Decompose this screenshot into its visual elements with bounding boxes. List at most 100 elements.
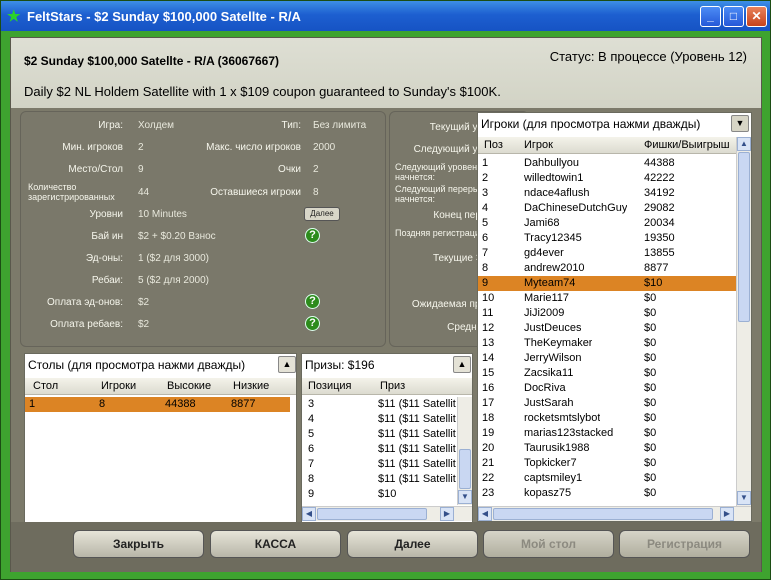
player-row[interactable]: 5 Jami68 20034 xyxy=(478,216,736,231)
next-button[interactable]: Далее xyxy=(347,530,478,558)
player-row[interactable]: 18 rocketsmtslybot $0 xyxy=(478,411,736,426)
player-row[interactable]: 10 Marie117 $0 xyxy=(478,291,736,306)
scroll-left-icon[interactable]: ◀ xyxy=(478,507,492,521)
player-name: Marie117 xyxy=(524,292,570,304)
info-label: Количество зарегистрированных xyxy=(28,182,115,202)
prize-amount: $11 ($11 Satellit xyxy=(378,413,456,425)
player-chips: $0 xyxy=(644,412,657,424)
player-name: Dahbullyou xyxy=(524,157,580,169)
prize-place: 8 xyxy=(308,473,315,485)
player-chips: $0 xyxy=(644,352,657,364)
player-name: Zacsika11 xyxy=(524,367,574,379)
col-prize[interactable]: Приз xyxy=(380,380,405,392)
player-row[interactable]: 16 DocRiva $0 xyxy=(478,381,736,396)
help-icon[interactable]: ? xyxy=(305,316,320,331)
prizes-vscrollbar[interactable]: ▼ xyxy=(457,397,472,505)
scroll-down-icon[interactable]: ▼ xyxy=(737,491,751,505)
my-table-button[interactable]: Мой стол xyxy=(483,530,614,558)
col-chips-winnings[interactable]: Фишки/Выигрыш xyxy=(644,139,730,151)
scroll-thumb[interactable] xyxy=(493,508,713,520)
player-row[interactable]: 13 TheKeymaker $0 xyxy=(478,336,736,351)
prize-row[interactable]: 3 $11 ($11 Satellit xyxy=(302,397,457,412)
tournament-status: Статус: В процессе (Уровень 12) xyxy=(549,49,747,64)
maximize-button[interactable]: □ xyxy=(723,6,744,27)
scroll-right-icon[interactable]: ▶ xyxy=(720,507,734,521)
tables-panel-title: Столы (для просмотра нажми дважды) xyxy=(28,358,246,372)
table-row[interactable]: 1 8 44388 8877 xyxy=(25,397,290,412)
col-low[interactable]: Низкие xyxy=(233,380,269,392)
player-name: JiJi2009 xyxy=(524,307,565,319)
col-table[interactable]: Стол xyxy=(33,380,58,392)
prize-row[interactable]: 5 $11 ($11 Satellit xyxy=(302,427,457,442)
prize-row[interactable]: 7 $11 ($11 Satellit xyxy=(302,457,457,472)
player-name: Myteam74 xyxy=(524,277,576,289)
player-position: 17 xyxy=(482,397,495,409)
player-chips: 19350 xyxy=(644,232,675,244)
close-button[interactable]: Закрыть xyxy=(73,530,204,558)
player-row[interactable]: 12 JustDeuces $0 xyxy=(478,321,736,336)
player-position: 13 xyxy=(482,337,495,349)
prizes-panel: Призы: $196 ▲ Позиция Приз 3 $11 ($11 Sat… xyxy=(301,353,473,523)
scroll-thumb[interactable] xyxy=(317,508,427,520)
player-row[interactable]: 19 marias123stacked $0 xyxy=(478,426,736,441)
scroll-up-icon[interactable]: ▲ xyxy=(737,137,751,151)
collapse-arrow-icon[interactable]: ▲ xyxy=(278,356,296,373)
title-bar[interactable]: ★ FeltStars - $2 Sunday $100,000 Satellt… xyxy=(1,1,770,31)
collapse-arrow-icon[interactable]: ▼ xyxy=(731,115,749,132)
scroll-left-icon[interactable]: ◀ xyxy=(302,507,316,521)
col-position[interactable]: Поз xyxy=(484,139,503,151)
player-row[interactable]: 17 JustSarah $0 xyxy=(478,396,736,411)
prize-row[interactable]: 4 $11 ($11 Satellit xyxy=(302,412,457,427)
info-label: Оплата эд-онов: xyxy=(47,297,123,308)
prizes-hscrollbar[interactable]: ◀ ▶ xyxy=(302,506,472,521)
scroll-right-icon[interactable]: ▶ xyxy=(440,507,454,521)
prizes-header: Позиция Приз xyxy=(302,378,472,395)
player-name: JustSarah xyxy=(524,397,574,409)
player-row[interactable]: 2 willedtowin1 42222 xyxy=(478,171,736,186)
collapse-arrow-icon[interactable]: ▲ xyxy=(453,356,471,373)
players-vscrollbar[interactable]: ▲ ▼ xyxy=(736,137,751,507)
player-position: 1 xyxy=(482,157,489,169)
player-row[interactable]: 3 ndace4aflush 34192 xyxy=(478,186,736,201)
player-row[interactable]: 1 Dahbullyou 44388 xyxy=(478,156,736,171)
prize-row[interactable]: 6 $11 ($11 Satellit xyxy=(302,442,457,457)
player-row[interactable]: 21 Topkicker7 $0 xyxy=(478,456,736,471)
col-player[interactable]: Игрок xyxy=(524,139,553,151)
player-chips: $0 xyxy=(644,307,657,319)
player-row[interactable]: 6 Tracy12345 19350 xyxy=(478,231,736,246)
col-place[interactable]: Позиция xyxy=(308,380,352,392)
help-icon[interactable]: ? xyxy=(305,294,320,309)
scroll-thumb[interactable] xyxy=(738,152,750,322)
close-window-button[interactable]: ✕ xyxy=(746,6,767,27)
col-players[interactable]: Игроки xyxy=(101,380,136,392)
info-row-rebuys: Ребаи: 5 ($2 для 2000) xyxy=(21,275,387,295)
levels-more-button[interactable]: Далее xyxy=(304,207,340,221)
player-row[interactable]: 15 Zacsika11 $0 xyxy=(478,366,736,381)
players-hscrollbar[interactable]: ◀ ▶ xyxy=(478,506,751,521)
register-button[interactable]: Регистрация xyxy=(619,530,750,558)
info-value: 44 xyxy=(138,187,150,198)
scroll-thumb[interactable] xyxy=(459,449,471,489)
info-row-buyin: Бай ин $2 + $0.20 Взнос xyxy=(21,231,387,251)
col-high[interactable]: Высокие xyxy=(167,380,211,392)
scroll-down-icon[interactable]: ▼ xyxy=(458,490,472,504)
help-icon[interactable]: ? xyxy=(305,228,320,243)
player-row[interactable]: 8 andrew2010 8877 xyxy=(478,261,736,276)
player-row[interactable]: 14 JerryWilson $0 xyxy=(478,351,736,366)
minimize-button[interactable]: _ xyxy=(700,6,721,27)
prize-row[interactable]: 8 $11 ($11 Satellit xyxy=(302,472,457,487)
player-row[interactable]: 11 JiJi2009 $0 xyxy=(478,306,736,321)
player-row[interactable]: 7 gd4ever 13855 xyxy=(478,246,736,261)
prize-row[interactable]: 9 $10 xyxy=(302,487,457,502)
player-name: andrew2010 xyxy=(524,262,585,274)
player-row[interactable]: 4 DaChineseDutchGuy 29082 xyxy=(478,201,736,216)
info-row-addon-payment: Оплата эд-онов: $2 xyxy=(21,297,387,317)
feltstars-star-icon: ★ xyxy=(7,8,21,25)
player-row[interactable]: 23 kopasz75 $0 xyxy=(478,486,736,501)
player-position: 5 xyxy=(482,217,489,229)
info-row-min-players: Мин. игроков 2 Макс. число игроков 2000 xyxy=(21,142,387,162)
player-row[interactable]: 9 Myteam74 $10 xyxy=(478,276,736,291)
cashier-button[interactable]: КАССА xyxy=(210,530,341,558)
player-row[interactable]: 22 captsmiley1 $0 xyxy=(478,471,736,486)
player-row[interactable]: 20 Taurusik1988 $0 xyxy=(478,441,736,456)
